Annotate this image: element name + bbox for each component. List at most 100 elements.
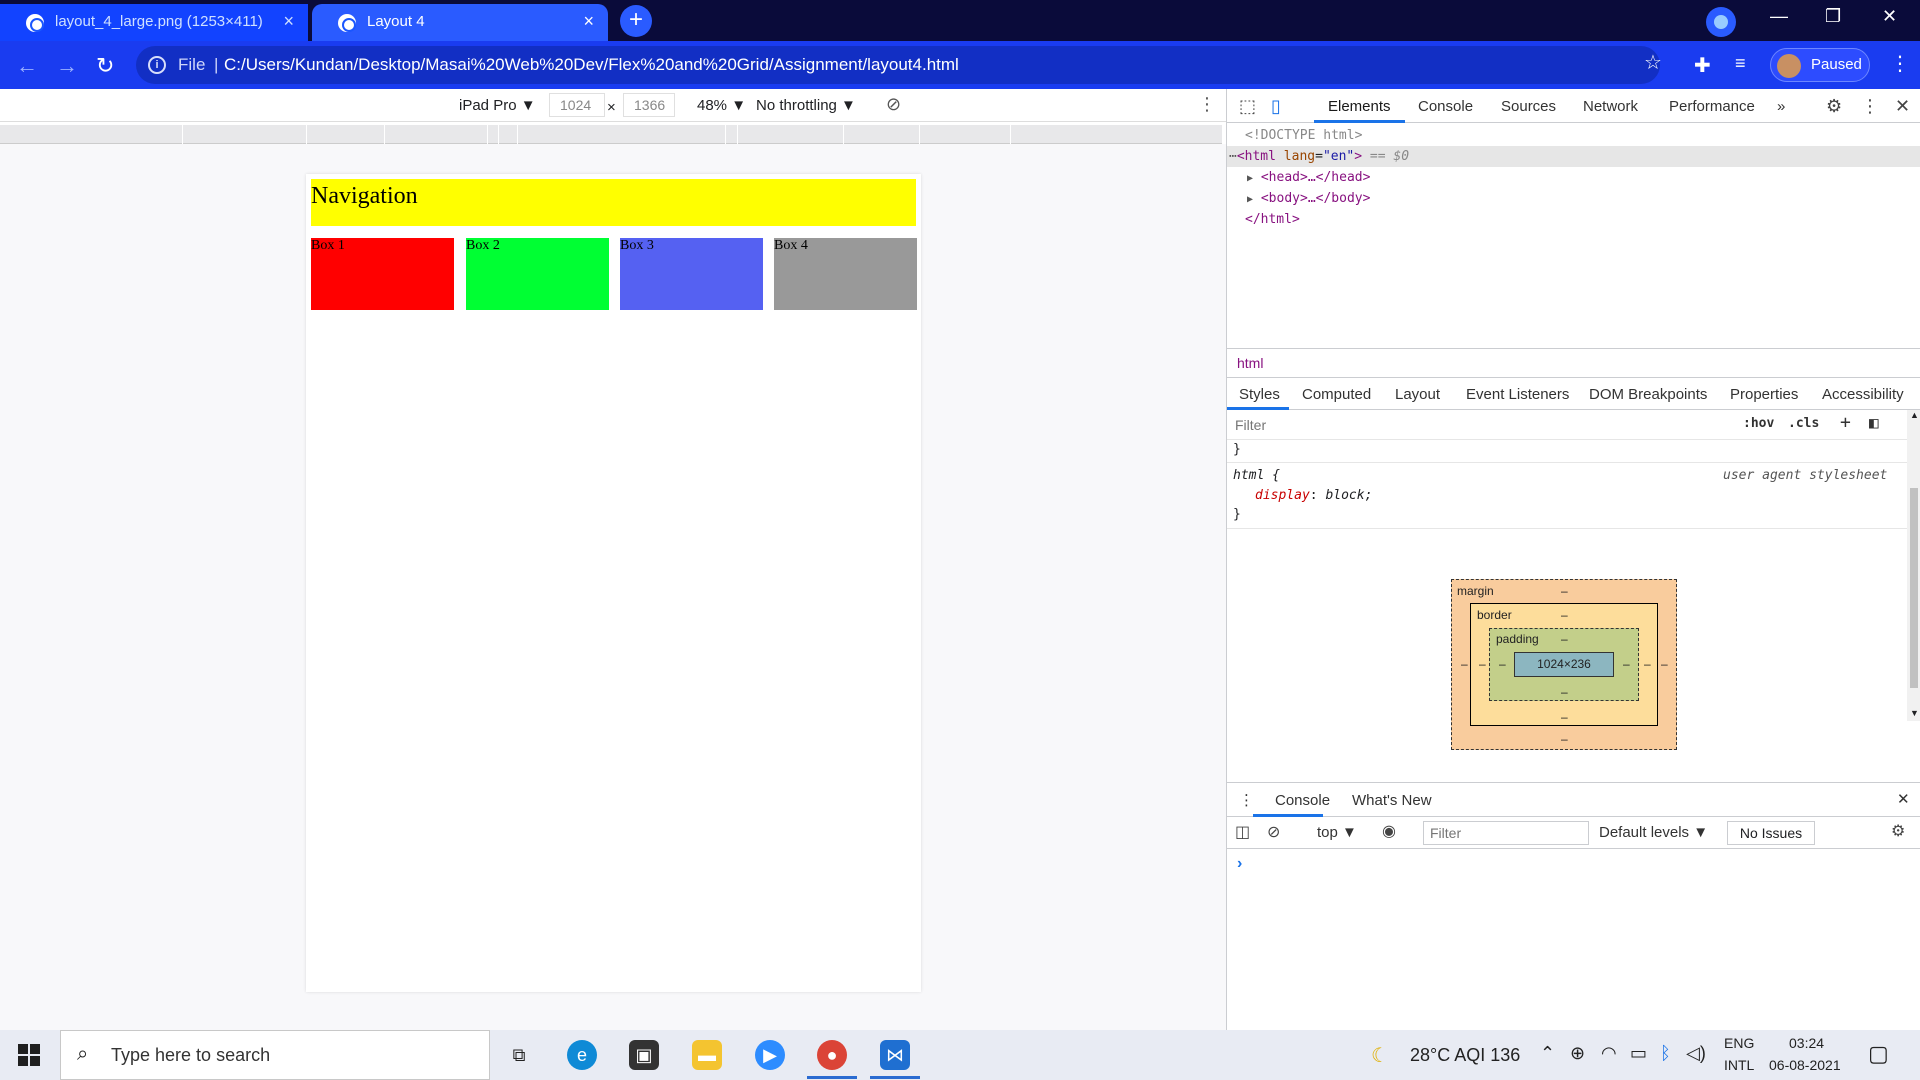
url-text[interactable]: C:/Users/Kundan/Desktop/Masai%20Web%20De… [224, 55, 959, 75]
kebab-icon[interactable]: ⋮ [1890, 51, 1910, 76]
styles-scrollbar[interactable]: ▲ ▼ [1907, 410, 1920, 721]
task-view-icon[interactable]: ⧉ [504, 1040, 534, 1070]
scroll-up-icon[interactable]: ▲ [1910, 410, 1919, 420]
tab-event-listeners[interactable]: Event Listeners [1466, 386, 1569, 403]
ruler-segment[interactable] [725, 125, 726, 144]
ruler-segment[interactable] [843, 125, 844, 144]
styles-filter-input[interactable] [1235, 414, 1735, 436]
ruler-segment[interactable] [182, 125, 183, 144]
scroll-thumb[interactable] [1910, 488, 1918, 688]
star-icon[interactable]: ☆ [1644, 50, 1662, 75]
device-toggle-icon[interactable]: ▯ [1271, 96, 1281, 117]
clock-time[interactable]: 03:24 [1789, 1035, 1824, 1051]
chrome-icon[interactable]: ● [817, 1040, 847, 1070]
vscode-icon[interactable]: ⋈ [880, 1040, 910, 1070]
ruler-segment[interactable] [306, 125, 307, 144]
file-explorer-icon[interactable]: ▬ [692, 1040, 722, 1070]
tab-close-icon[interactable]: × [583, 11, 594, 32]
kebab-icon[interactable]: ⋮ [1198, 94, 1216, 115]
ruler-segment[interactable] [1010, 125, 1011, 144]
border-top-value[interactable]: – [1561, 608, 1568, 622]
tab-layout-4[interactable]: Layout 4 × [312, 4, 608, 41]
gear-icon[interactable]: ⚙ [1891, 821, 1905, 841]
notifications-icon[interactable]: ▢ [1868, 1041, 1889, 1067]
restore-button[interactable]: ❐ [1825, 6, 1841, 27]
padding-top-value[interactable]: – [1561, 632, 1568, 646]
width-input[interactable]: 1024 [549, 93, 605, 117]
windows-start-icon[interactable] [18, 1044, 40, 1066]
edge-icon[interactable]: e [567, 1040, 597, 1070]
tab-close-icon[interactable]: × [283, 11, 294, 32]
issues-button[interactable]: No Issues [1727, 821, 1815, 845]
dom-html-selected[interactable]: ⋯<html lang="en"> == $0 [1227, 146, 1920, 167]
drawer-tab-whats-new[interactable]: What's New [1352, 792, 1432, 809]
drawer-tab-console[interactable]: Console [1275, 792, 1330, 809]
margin-top-value[interactable]: – [1561, 584, 1568, 598]
ruler-segment[interactable] [384, 125, 385, 144]
store-icon[interactable]: ▣ [629, 1040, 659, 1070]
zoom-icon[interactable]: ▶ [755, 1040, 785, 1070]
weather-text[interactable]: 28°C AQI 136 [1410, 1045, 1520, 1066]
sidebar-toggle-icon[interactable]: ◧ [1869, 413, 1879, 432]
tab-styles[interactable]: Styles [1239, 386, 1280, 403]
margin-bottom-value[interactable]: – [1561, 732, 1568, 746]
padding-left-value[interactable]: – [1499, 657, 1506, 671]
ruler-segment[interactable] [498, 125, 499, 144]
tab-accessibility[interactable]: Accessibility [1822, 386, 1904, 403]
tab-performance[interactable]: Performance [1669, 98, 1755, 115]
clock-date[interactable]: 06-08-2021 [1769, 1057, 1841, 1073]
dom-doctype[interactable]: <!DOCTYPE html> [1227, 125, 1920, 146]
zoom-select[interactable]: 48% ▼ [697, 97, 746, 114]
info-icon[interactable]: i [148, 56, 166, 74]
ruler-segment[interactable] [487, 125, 488, 144]
volume-icon[interactable]: ◁) [1686, 1043, 1706, 1064]
kebab-icon[interactable]: ⋮ [1861, 96, 1879, 117]
tab-properties[interactable]: Properties [1730, 386, 1798, 403]
rule-selector[interactable]: html { [1233, 468, 1280, 483]
sidebar-icon[interactable]: ◫ [1235, 822, 1250, 842]
more-tabs-icon[interactable]: » [1777, 98, 1785, 115]
new-tab-button[interactable]: + [620, 5, 652, 37]
ruler-segment[interactable] [919, 125, 920, 144]
profile-icon[interactable] [1706, 7, 1736, 37]
clear-console-icon[interactable]: ⊘ [1267, 822, 1280, 842]
console-prompt[interactable]: › [1237, 855, 1242, 873]
back-button[interactable]: ← [16, 53, 38, 79]
reload-button[interactable]: ↻ [96, 53, 114, 79]
address-bar[interactable]: i File | C:/Users/Kundan/Desktop/Masai%2… [136, 46, 1660, 84]
throttling-select[interactable]: No throttling ▼ [756, 97, 856, 114]
hov-button[interactable]: :hov [1743, 416, 1774, 431]
language-bottom[interactable]: INTL [1724, 1057, 1754, 1073]
tab-layout[interactable]: Layout [1395, 386, 1440, 403]
tab-layout-image[interactable]: layout_4_large.png (1253×411) × [0, 4, 308, 41]
wifi-icon[interactable]: ◠ [1601, 1043, 1617, 1064]
ruler-segment[interactable] [517, 125, 518, 144]
tab-elements[interactable]: Elements [1328, 98, 1391, 115]
tab-dom-breakpoints[interactable]: DOM Breakpoints [1589, 386, 1707, 403]
puzzle-icon[interactable]: ✚ [1694, 53, 1711, 78]
rule-declaration[interactable]: display: block; [1255, 488, 1372, 503]
margin-left-value[interactable]: – [1461, 657, 1468, 671]
height-input[interactable]: 1366 [623, 93, 675, 117]
ruler-segment[interactable] [737, 125, 738, 144]
padding-bottom-value[interactable]: – [1561, 685, 1568, 699]
console-filter-input[interactable] [1423, 821, 1589, 845]
scroll-down-icon[interactable]: ▼ [1910, 708, 1919, 718]
inspect-icon[interactable]: ⬚ [1239, 96, 1256, 117]
tab-computed[interactable]: Computed [1302, 386, 1371, 403]
tab-console[interactable]: Console [1418, 98, 1473, 115]
padding-right-value[interactable]: – [1623, 657, 1630, 671]
taskbar-search[interactable]: ⌕ Type here to search [60, 1030, 490, 1080]
battery-icon[interactable]: ▭ [1630, 1043, 1647, 1064]
forward-button[interactable]: → [56, 53, 78, 79]
gear-icon[interactable]: ⚙ [1826, 96, 1842, 117]
border-bottom-value[interactable]: – [1561, 710, 1568, 724]
media-query-ruler[interactable] [0, 125, 1222, 144]
close-icon[interactable]: ✕ [1895, 96, 1910, 117]
rotate-icon[interactable]: ⊘ [886, 94, 901, 115]
dom-html-close[interactable]: </html> [1227, 209, 1920, 230]
eye-icon[interactable]: ◉ [1382, 821, 1396, 841]
new-style-rule-button[interactable]: + [1840, 412, 1851, 433]
chevron-up-icon[interactable]: ⌃ [1540, 1043, 1555, 1064]
dom-body[interactable]: ▶ <body>…</body> [1227, 188, 1920, 209]
